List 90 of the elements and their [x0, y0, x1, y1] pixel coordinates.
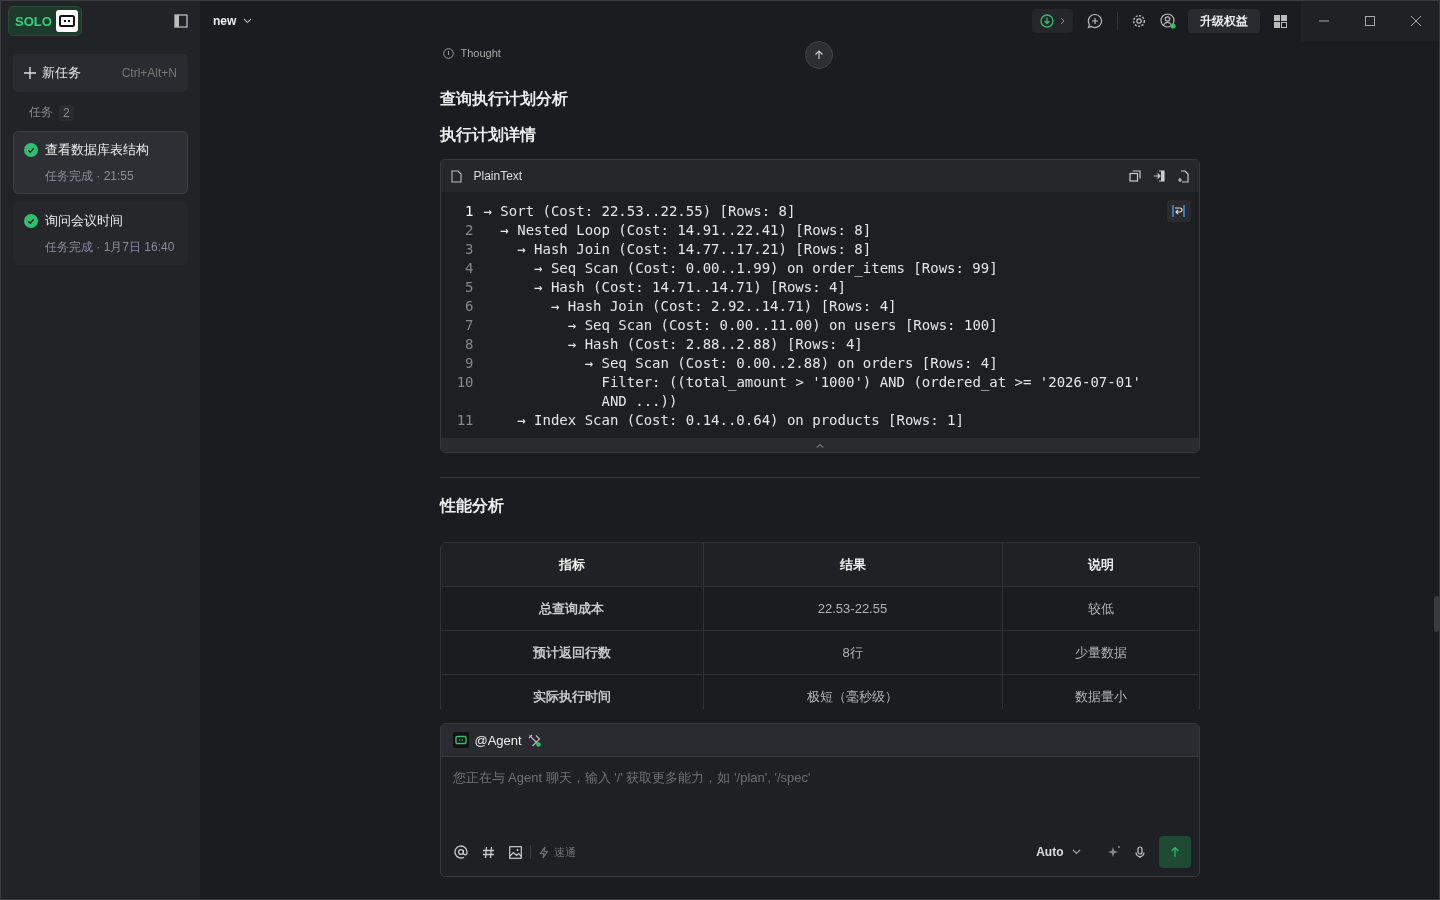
sidebar-toggle-icon[interactable] — [174, 14, 188, 28]
scroll-to-top-button[interactable] — [805, 41, 833, 69]
download-status-button[interactable] — [1032, 9, 1073, 33]
task-title: 询问会议时间 — [45, 212, 123, 230]
table-cell: 8行 — [703, 631, 1003, 675]
wrap-icon — [1172, 205, 1185, 217]
user-account-icon[interactable] — [1160, 13, 1176, 29]
collapse-chevron-icon[interactable] — [815, 442, 824, 448]
code-line: → Index Scan (Cost: 0.14..0.64) on products [Rows: 1] — [516, 411, 965, 430]
microphone-icon[interactable] — [1134, 845, 1145, 859]
grid-layout-icon[interactable] — [1274, 14, 1287, 28]
arrow-up-icon — [813, 49, 825, 61]
line-number: 5 — [464, 278, 474, 297]
table-cell: 22.53-22.55 — [703, 587, 1003, 631]
code-line: → Sort (Cost: 22.53..22.55) [Rows: 8] — [483, 202, 797, 221]
heading: 查询执行计划分析 — [439, 89, 569, 109]
line-number: 1 — [464, 202, 474, 221]
thought-toggle[interactable]: Thought — [442, 47, 501, 59]
insert-icon[interactable] — [1152, 170, 1165, 182]
code-line: → Seq Scan (Cost: 0.00..2.88) on orders [Rows: 4] — [583, 354, 999, 373]
chevron-down-icon — [243, 18, 253, 24]
agent-icon — [452, 732, 469, 748]
send-button[interactable] — [1158, 836, 1191, 868]
agent-name: @Agent — [474, 732, 522, 748]
code-line: → Hash Join (Cost: 14.77..17.21) [Rows: 8] — [516, 240, 873, 259]
table-cell: 总查询成本 — [440, 587, 704, 631]
check-circle-icon — [24, 143, 38, 157]
message-composer[interactable]: @Agent 您正在与 Agent 聊天，输入 '/' 获取更多能力，如 '/plan', '/spec' 速通 Auto — [439, 723, 1200, 877]
tools-icon — [527, 733, 541, 747]
section-label: 任务 — [29, 104, 53, 121]
code-line: → Seq Scan (Cost: 0.00..1.99) on order_items [Rows: 99] — [533, 259, 999, 278]
table-cell: 极短（毫秒级） — [703, 675, 1003, 709]
code-line: Filter: ((total_amount > '1000') AND (ordered_at >= '2026-07-01' AND ...)) — [600, 373, 1142, 411]
table-cell: 预计返回行数 — [440, 631, 704, 675]
section-heading: 性能分析 — [439, 496, 505, 516]
chevron-down-icon — [1071, 849, 1081, 855]
robot-face-icon — [55, 10, 78, 32]
line-number: 9 — [464, 354, 474, 373]
task-status: 任务完成 · 1月7日 16:40 — [44, 239, 176, 256]
task-item[interactable]: 询问会议时间 任务完成 · 1月7日 16:40 — [13, 202, 188, 265]
lightning-icon — [538, 845, 549, 859]
scrollbar-thumb[interactable] — [1434, 596, 1439, 632]
code-line: → Hash (Cost: 2.88..2.88) [Rows: 4] — [566, 335, 864, 354]
code-line: → Seq Scan (Cost: 0.00..11.00) on users [Rows: 100] — [566, 316, 999, 335]
new-task-button[interactable]: 新任务 Ctrl+Alt+N — [13, 54, 188, 92]
copy-icon[interactable] — [1128, 170, 1141, 182]
task-item[interactable]: 查看数据库表结构 任务完成 · 21:55 — [13, 131, 188, 194]
table-cell: 少量数据 — [1002, 631, 1199, 675]
close-icon[interactable] — [1411, 16, 1421, 26]
line-number: 3 — [464, 240, 474, 259]
table-cell: 数据量小 — [1002, 675, 1199, 709]
chevron-right-icon — [1060, 17, 1065, 25]
word-wrap-toggle[interactable] — [1166, 200, 1191, 222]
model-dropdown[interactable]: Auto — [1030, 844, 1087, 860]
tab-title-dropdown[interactable]: new — [213, 14, 253, 28]
upgrade-button[interactable]: 升级权益 — [1188, 9, 1260, 33]
logo-text: SOLO — [15, 13, 52, 29]
code-line: → Hash Join (Cost: 2.92..14.71) [Rows: 4] — [549, 297, 898, 316]
line-number: 11 — [455, 411, 474, 430]
heading: 执行计划详情 — [439, 125, 537, 145]
info-circle-icon — [442, 47, 454, 59]
column-header: 指标 — [440, 543, 704, 587]
maximize-icon[interactable] — [1365, 16, 1375, 26]
download-circle-icon — [1040, 14, 1054, 28]
line-number: 8 — [464, 335, 474, 354]
task-status: 任务完成 · 21:55 — [44, 168, 135, 185]
line-number: 6 — [464, 297, 474, 316]
code-language: PlainText — [473, 169, 523, 183]
settings-icon[interactable] — [1132, 14, 1146, 28]
file-icon — [450, 169, 462, 183]
task-title: 查看数据库表结构 — [45, 141, 149, 159]
shortcut-hint: Ctrl+Alt+N — [121, 66, 177, 80]
line-number: 4 — [464, 259, 474, 278]
column-header: 结果 — [703, 543, 1003, 587]
line-number: 2 — [464, 221, 474, 240]
column-header: 说明 — [1002, 543, 1199, 587]
at-sign-icon[interactable] — [453, 845, 468, 859]
count-badge: 2 — [59, 104, 74, 121]
image-icon[interactable] — [508, 845, 522, 859]
hash-icon[interactable] — [481, 845, 495, 859]
code-line: → Hash (Cost: 14.71..14.71) [Rows: 4] — [533, 278, 847, 297]
code-line: → Nested Loop (Cost: 14.91..22.41) [Rows: 8] — [499, 221, 873, 240]
table-cell: 实际执行时间 — [440, 675, 704, 709]
line-number: 10 — [455, 373, 474, 392]
check-circle-icon — [24, 214, 38, 228]
plus-icon — [24, 67, 36, 79]
line-number: 7 — [464, 316, 474, 335]
chat-plus-icon[interactable] — [1087, 13, 1103, 29]
table-cell: 较低 — [1002, 587, 1199, 631]
arrow-up-icon — [1168, 846, 1181, 858]
